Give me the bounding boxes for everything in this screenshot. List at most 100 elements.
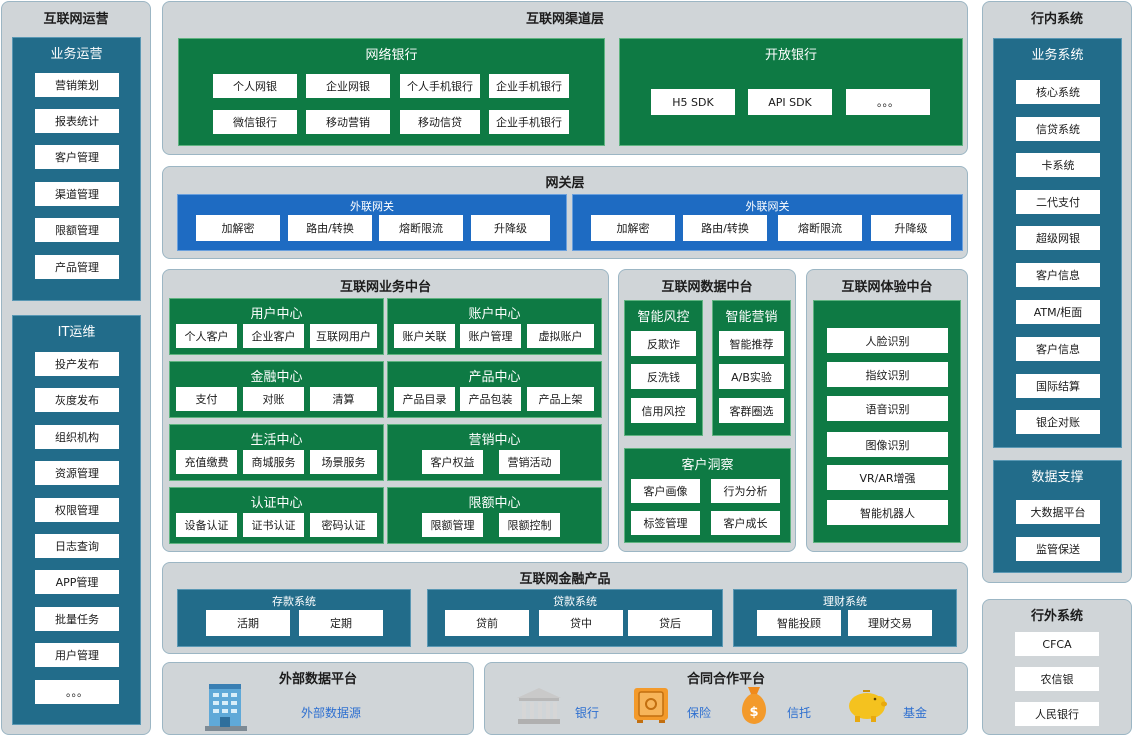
center-item[interactable]: 证书认证 [243,513,304,537]
smart-marketing-item[interactable]: 客群圈选 [719,398,784,423]
wealth-box: 理财系统 智能投顾 理财交易 [733,589,957,647]
data-support-item[interactable]: 监管保送 [1016,537,1100,561]
gateway-item[interactable]: 升降级 [871,215,951,241]
center-item[interactable]: 账户管理 [460,324,521,348]
center-item[interactable]: 产品包装 [460,387,521,411]
inner-biz-item[interactable]: 卡系统 [1016,153,1100,177]
deposit-item[interactable]: 定期 [299,610,383,636]
center-item[interactable]: 产品上架 [527,387,594,411]
it-item[interactable]: APP管理 [35,570,119,594]
center-item[interactable]: 账户关联 [394,324,455,348]
smart-marketing-item[interactable]: 智能推荐 [719,331,784,356]
inner-biz-item[interactable]: 信贷系统 [1016,117,1100,141]
risk-item[interactable]: 信用风控 [631,398,696,423]
it-item[interactable]: 批量任务 [35,607,119,631]
wealth-item[interactable]: 智能投顾 [757,610,841,636]
it-item[interactable]: 灰度发布 [35,388,119,412]
openbank-item[interactable]: 。。。 [846,89,930,115]
center-item[interactable]: 设备认证 [176,513,237,537]
insight-item[interactable]: 行为分析 [711,479,780,503]
inner-biz-item[interactable]: 二代支付 [1016,190,1100,214]
center-item[interactable]: 充值缴费 [176,450,237,474]
gateway-item[interactable]: 加解密 [591,215,675,241]
exp-item[interactable]: 图像识别 [827,432,948,457]
center-item[interactable]: 产品目录 [394,387,455,411]
netbank-item[interactable]: 移动营销 [306,110,390,134]
center-item[interactable]: 密码认证 [310,513,377,537]
gateway-item[interactable]: 升降级 [471,215,550,241]
exp-item[interactable]: 智能机器人 [827,500,948,525]
netbank-item[interactable]: 企业网银 [306,74,390,98]
outer-item[interactable]: CFCA [1015,632,1099,656]
center-item[interactable]: 企业客户 [243,324,304,348]
it-item[interactable]: 权限管理 [35,498,119,522]
inner-biz-item[interactable]: 核心系统 [1016,80,1100,104]
center-item[interactable]: 互联网用户 [310,324,377,348]
outer-item[interactable]: 农信银 [1015,667,1099,691]
netbank-item[interactable]: 个人网银 [213,74,297,98]
loan-item[interactable]: 贷中 [539,610,623,636]
center-item[interactable]: 个人客户 [176,324,237,348]
risk-item[interactable]: 反洗钱 [631,364,696,389]
it-item[interactable]: 投产发布 [35,352,119,376]
inner-biz-item[interactable]: 银企对账 [1016,410,1100,434]
deposit-title: 存款系统 [272,595,316,608]
center-item[interactable]: 虚拟账户 [527,324,594,348]
gateway-item[interactable]: 路由/转换 [683,215,767,241]
inner-biz-item[interactable]: 客户信息 [1016,263,1100,287]
smart-marketing-item[interactable]: A/B实验 [719,364,784,389]
gateway-item[interactable]: 熔断限流 [379,215,463,241]
inner-biz-item[interactable]: 客户信息 [1016,337,1100,361]
inner-biz-item[interactable]: 国际结算 [1016,374,1100,398]
inner-title: 行内系统 [1030,12,1083,27]
it-item[interactable]: 日志查询 [35,534,119,558]
ops-item[interactable]: 营销策划 [35,73,119,97]
ops-item[interactable]: 客户管理 [35,145,119,169]
exp-item[interactable]: VR/AR增强 [827,465,948,490]
ops-item[interactable]: 报表统计 [35,109,119,133]
insight-item[interactable]: 客户成长 [711,511,780,535]
center-item[interactable]: 商城服务 [243,450,304,474]
outer-item[interactable]: 人民银行 [1015,702,1099,726]
center-item[interactable]: 限额控制 [499,513,560,537]
gateway-item[interactable]: 路由/转换 [288,215,372,241]
wealth-item[interactable]: 理财交易 [848,610,932,636]
openbank-item[interactable]: H5 SDK [651,89,735,115]
ops-item[interactable]: 限额管理 [35,218,119,242]
insight-item[interactable]: 标签管理 [631,511,700,535]
netbank-item[interactable]: 企业手机银行 [489,110,569,134]
it-item[interactable]: 用户管理 [35,643,119,667]
netbank-item[interactable]: 微信银行 [213,110,297,134]
openbank-item[interactable]: API SDK [748,89,832,115]
it-item[interactable]: 。。。 [35,680,119,704]
gateway-item[interactable]: 熔断限流 [778,215,862,241]
risk-item[interactable]: 反欺诈 [631,331,696,356]
netbank-item[interactable]: 企业手机银行 [489,74,569,98]
center-item[interactable]: 对账 [243,387,304,411]
center-item[interactable]: 客户权益 [422,450,483,474]
limit-center: 限额中心 限额管理 限额控制 [387,487,602,544]
exp-item[interactable]: 人脸识别 [827,328,948,353]
insight-item[interactable]: 客户画像 [631,479,700,503]
netbank-item[interactable]: 移动信贷 [400,110,480,134]
gateway-item[interactable]: 加解密 [196,215,280,241]
center-item[interactable]: 支付 [176,387,237,411]
inner-biz-item[interactable]: 超级网银 [1016,226,1100,250]
loan-item[interactable]: 贷前 [445,610,529,636]
center-item[interactable]: 清算 [310,387,377,411]
ops-item[interactable]: 产品管理 [35,255,119,279]
it-item[interactable]: 资源管理 [35,461,119,485]
inner-biz-item[interactable]: ATM/柜面 [1016,300,1100,324]
data-support-item[interactable]: 大数据平台 [1016,500,1100,524]
deposit-item[interactable]: 活期 [206,610,290,636]
exp-item[interactable]: 指纹识别 [827,362,948,387]
center-item[interactable]: 限额管理 [422,513,483,537]
center-item[interactable]: 场景服务 [310,450,377,474]
center-item[interactable]: 营销活动 [499,450,560,474]
it-item[interactable]: 组织机构 [35,425,119,449]
ops-item[interactable]: 渠道管理 [35,182,119,206]
loan-item[interactable]: 贷后 [628,610,712,636]
deposit-box: 存款系统 活期 定期 [177,589,411,647]
exp-item[interactable]: 语音识别 [827,396,948,421]
netbank-item[interactable]: 个人手机银行 [400,74,480,98]
